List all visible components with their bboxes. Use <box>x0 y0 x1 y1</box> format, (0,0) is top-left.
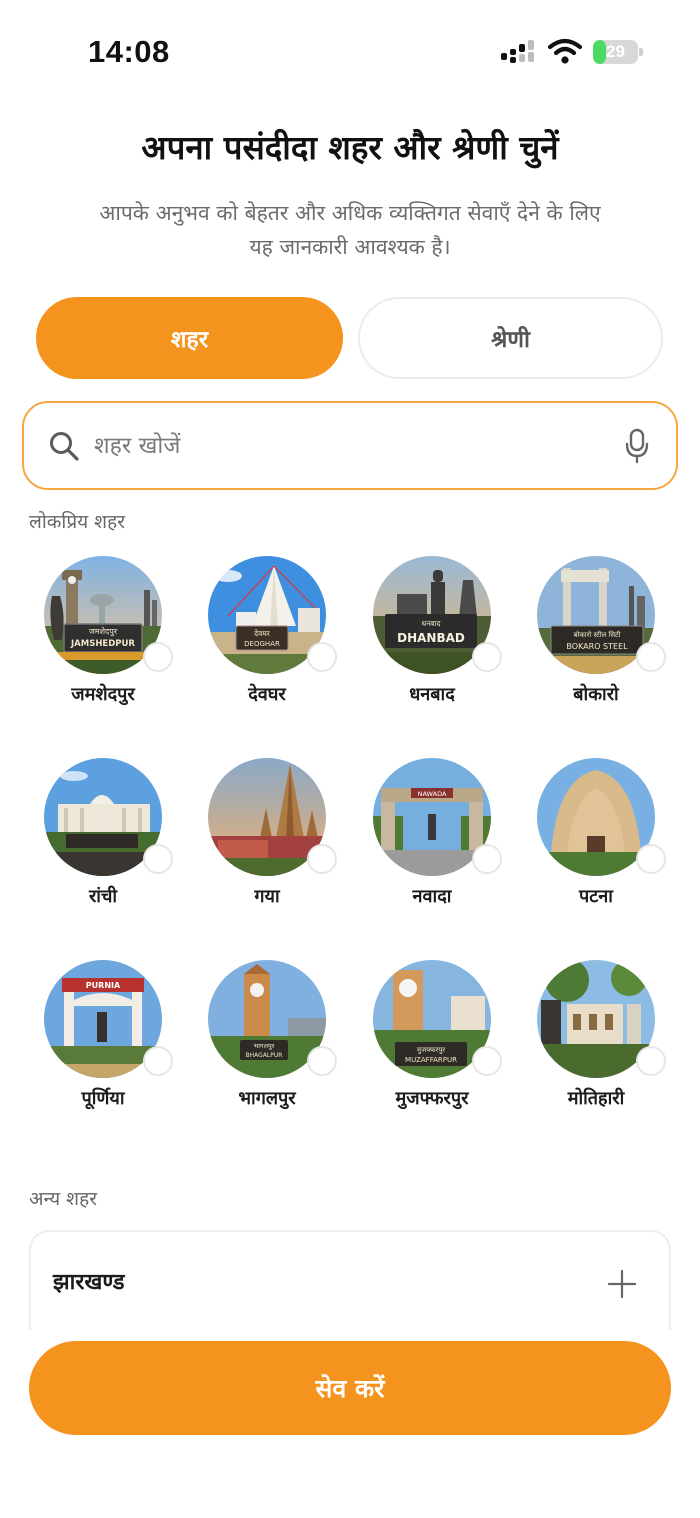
city-item-bhagalpur[interactable]: भागलपुर BHAGALPUR भागलपुर <box>187 960 347 1130</box>
city-select-radio[interactable] <box>307 1046 337 1076</box>
city-select-radio[interactable] <box>143 844 173 874</box>
city-item-purnia[interactable]: PURNIA पूर्णिया <box>23 960 183 1130</box>
city-item-muzaffarpur[interactable]: मुजफ्फरपुर MUZAFFARPUR मुजफ्फरपुर <box>352 960 512 1130</box>
state-name: झारखण्ड <box>53 1270 125 1295</box>
city-search-box[interactable] <box>22 401 678 490</box>
subtitle-line-2: यह जानकारी आवश्यक है। <box>249 235 451 259</box>
city-sign-text-bottom: MUZAFFARPUR <box>405 1056 457 1064</box>
city-sign-text-top: PURNIA <box>86 981 121 990</box>
city-sign-text-bottom: BOKARO STEEL <box>566 642 628 651</box>
city-sign-text-top: धनबाद <box>422 619 442 628</box>
city-name: पूर्णिया <box>81 1088 125 1109</box>
city-sign-text-top: बोकारो स्टील सिटी <box>574 630 621 639</box>
subtitle-line-1: आपके अनुभव को बेहतर और अधिक व्यक्तिगत से… <box>99 201 601 225</box>
city-name: धनबाद <box>409 684 455 705</box>
city-sign-text-top: देवघर <box>254 629 271 638</box>
status-bar: 14:08 29 <box>0 0 700 100</box>
city-sign-text-top: जमशेदपुर <box>89 626 118 637</box>
city-sign-text-top: NAWADA <box>418 790 447 798</box>
city-sign-text-bottom: DHANBAD <box>397 631 465 645</box>
city-name: नवादा <box>412 886 452 907</box>
plus-icon[interactable] <box>608 1270 636 1298</box>
city-search-input[interactable] <box>94 423 594 469</box>
save-button[interactable]: सेव करें <box>29 1341 671 1435</box>
microphone-icon[interactable] <box>625 428 649 464</box>
city-item-ranchi[interactable]: रांची <box>23 758 183 928</box>
city-name: गया <box>254 886 280 907</box>
city-select-radio[interactable] <box>472 642 502 672</box>
city-name: जमशेदपुर <box>71 684 135 705</box>
page-subtitle: आपके अनुभव को बेहतर और अधिक व्यक्तिगत से… <box>50 196 650 264</box>
city-item-jamshedpur[interactable]: जमशेदपुर JAMSHEDPUR जमशेदपुर <box>23 556 183 726</box>
city-select-radio[interactable] <box>472 1046 502 1076</box>
battery-indicator: 29 <box>593 40 643 64</box>
city-item-dhanbad[interactable]: धनबाद DHANBAD धनबाद <box>352 556 512 726</box>
battery-percentage: 29 <box>606 42 625 61</box>
other-cities-label: अन्य शहर <box>29 1188 97 1210</box>
city-item-motihari[interactable]: मोतिहारी <box>516 960 676 1130</box>
city-name: मोतिहारी <box>567 1088 625 1109</box>
search-icon <box>50 432 79 461</box>
status-time: 14:08 <box>88 34 170 69</box>
city-name: रांची <box>88 886 118 907</box>
city-select-radio[interactable] <box>636 1046 666 1076</box>
city-sign-text-bottom: JAMSHEDPUR <box>70 639 135 649</box>
popular-cities-label: लोकप्रिय शहर <box>29 511 125 533</box>
city-name: भागलपुर <box>238 1088 296 1109</box>
wifi-icon <box>548 38 582 64</box>
tab-city[interactable]: शहर <box>36 297 343 379</box>
city-select-radio[interactable] <box>636 642 666 672</box>
city-select-radio[interactable] <box>472 844 502 874</box>
city-item-patna[interactable]: पटना <box>516 758 676 928</box>
city-name: देवघर <box>248 684 286 705</box>
city-select-radio[interactable] <box>143 1046 173 1076</box>
state-accordion-jharkhand[interactable]: झारखण्ड <box>29 1230 671 1330</box>
cellular-signal-icon <box>501 40 534 63</box>
city-select-radio[interactable] <box>307 844 337 874</box>
city-item-nawada[interactable]: NAWADA नवादा <box>352 758 512 928</box>
city-name: पटना <box>579 886 613 907</box>
city-sign-text-top: भागलपुर <box>254 1042 275 1050</box>
city-sign-text-bottom: DEOGHAR <box>244 640 280 648</box>
city-name: बोकारो <box>573 684 619 705</box>
city-sign-text-top: मुजफ्फरपुर <box>417 1046 445 1054</box>
city-item-bokaro[interactable]: बोकारो स्टील सिटी BOKARO STEEL बोकारो <box>516 556 676 726</box>
city-select-radio[interactable] <box>307 642 337 672</box>
city-select-radio[interactable] <box>636 844 666 874</box>
city-name: मुजफ्फरपुर <box>395 1088 469 1109</box>
city-sign-text-bottom: BHAGALPUR <box>246 1052 283 1059</box>
city-item-gaya[interactable]: गया <box>187 758 347 928</box>
page-title: अपना पसंदीदा शहर और श्रेणी चुनें <box>141 128 559 167</box>
city-select-radio[interactable] <box>143 642 173 672</box>
city-item-deoghar[interactable]: देवघर DEOGHAR देवघर <box>187 556 347 726</box>
tab-category[interactable]: श्रेणी <box>358 297 663 379</box>
